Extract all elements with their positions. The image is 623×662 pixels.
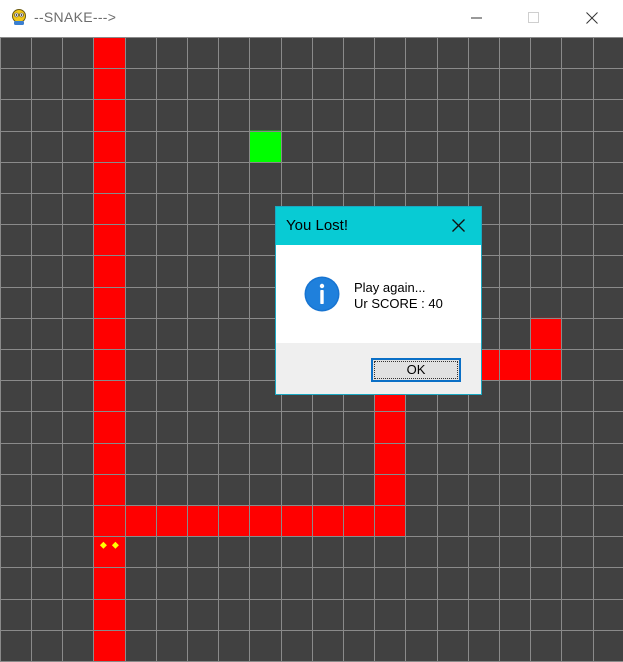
snake-segment <box>93 505 126 537</box>
snake-segment <box>93 193 126 225</box>
dialog-message: Play again... Ur SCORE : 40 <box>354 280 443 312</box>
maximize-button[interactable] <box>505 0 565 36</box>
snake-segment <box>93 349 126 381</box>
snake-segment <box>280 505 313 537</box>
snake-segment <box>124 505 157 537</box>
snake-segment <box>249 505 282 537</box>
title-bar: --SNAKE---> <box>0 0 623 37</box>
snake-segment <box>343 505 375 537</box>
message-line-1: Play again... <box>354 280 426 295</box>
snake-segment <box>93 99 126 132</box>
snake-segment <box>93 255 126 288</box>
dialog-footer: OK <box>276 343 481 394</box>
window-title: --SNAKE---> <box>34 9 117 25</box>
snake-segment <box>93 68 126 100</box>
food-pellet <box>249 130 282 163</box>
snake-segment <box>530 317 562 350</box>
dialog-title: You Lost! <box>286 217 348 234</box>
snake-segment <box>93 411 126 444</box>
ok-button[interactable]: OK <box>371 358 461 382</box>
message-line-2: Ur SCORE : 40 <box>354 296 443 311</box>
snake-segment <box>374 411 406 444</box>
snake-segment <box>93 161 126 194</box>
snake-segment <box>374 442 406 475</box>
snake-segment <box>311 505 344 537</box>
snake-segment <box>218 505 250 537</box>
snake-segment <box>93 130 126 163</box>
snake-segment <box>530 349 562 381</box>
you-lost-dialog: You Lost! Play again... Ur SCORE : 40 OK <box>275 206 482 395</box>
close-button[interactable] <box>563 0 623 36</box>
snake-segment <box>499 349 531 381</box>
close-icon <box>452 219 465 232</box>
snake-segment <box>93 380 126 412</box>
maximize-icon <box>528 12 539 23</box>
snake-segment <box>93 598 126 631</box>
snake-segment <box>93 473 126 506</box>
info-icon <box>304 276 340 312</box>
snake-segment <box>155 505 188 537</box>
snake-segment <box>374 473 406 506</box>
snake-segment <box>93 317 126 350</box>
snake-segment <box>93 224 126 256</box>
snake-segment <box>93 37 126 69</box>
minimize-button[interactable] <box>448 0 508 36</box>
snake-segment <box>93 442 126 475</box>
close-icon <box>586 12 598 24</box>
minimize-icon <box>471 17 482 19</box>
dialog-close-button[interactable] <box>444 212 474 240</box>
snake-segment <box>93 567 126 600</box>
snake-segment <box>93 286 126 319</box>
snake-segment <box>93 629 126 662</box>
dialog-header: You Lost! <box>276 207 481 245</box>
snake-segment <box>374 505 406 537</box>
snake-segment <box>187 505 219 537</box>
pygame-snake-icon <box>12 9 26 25</box>
snake-segment <box>93 536 126 568</box>
